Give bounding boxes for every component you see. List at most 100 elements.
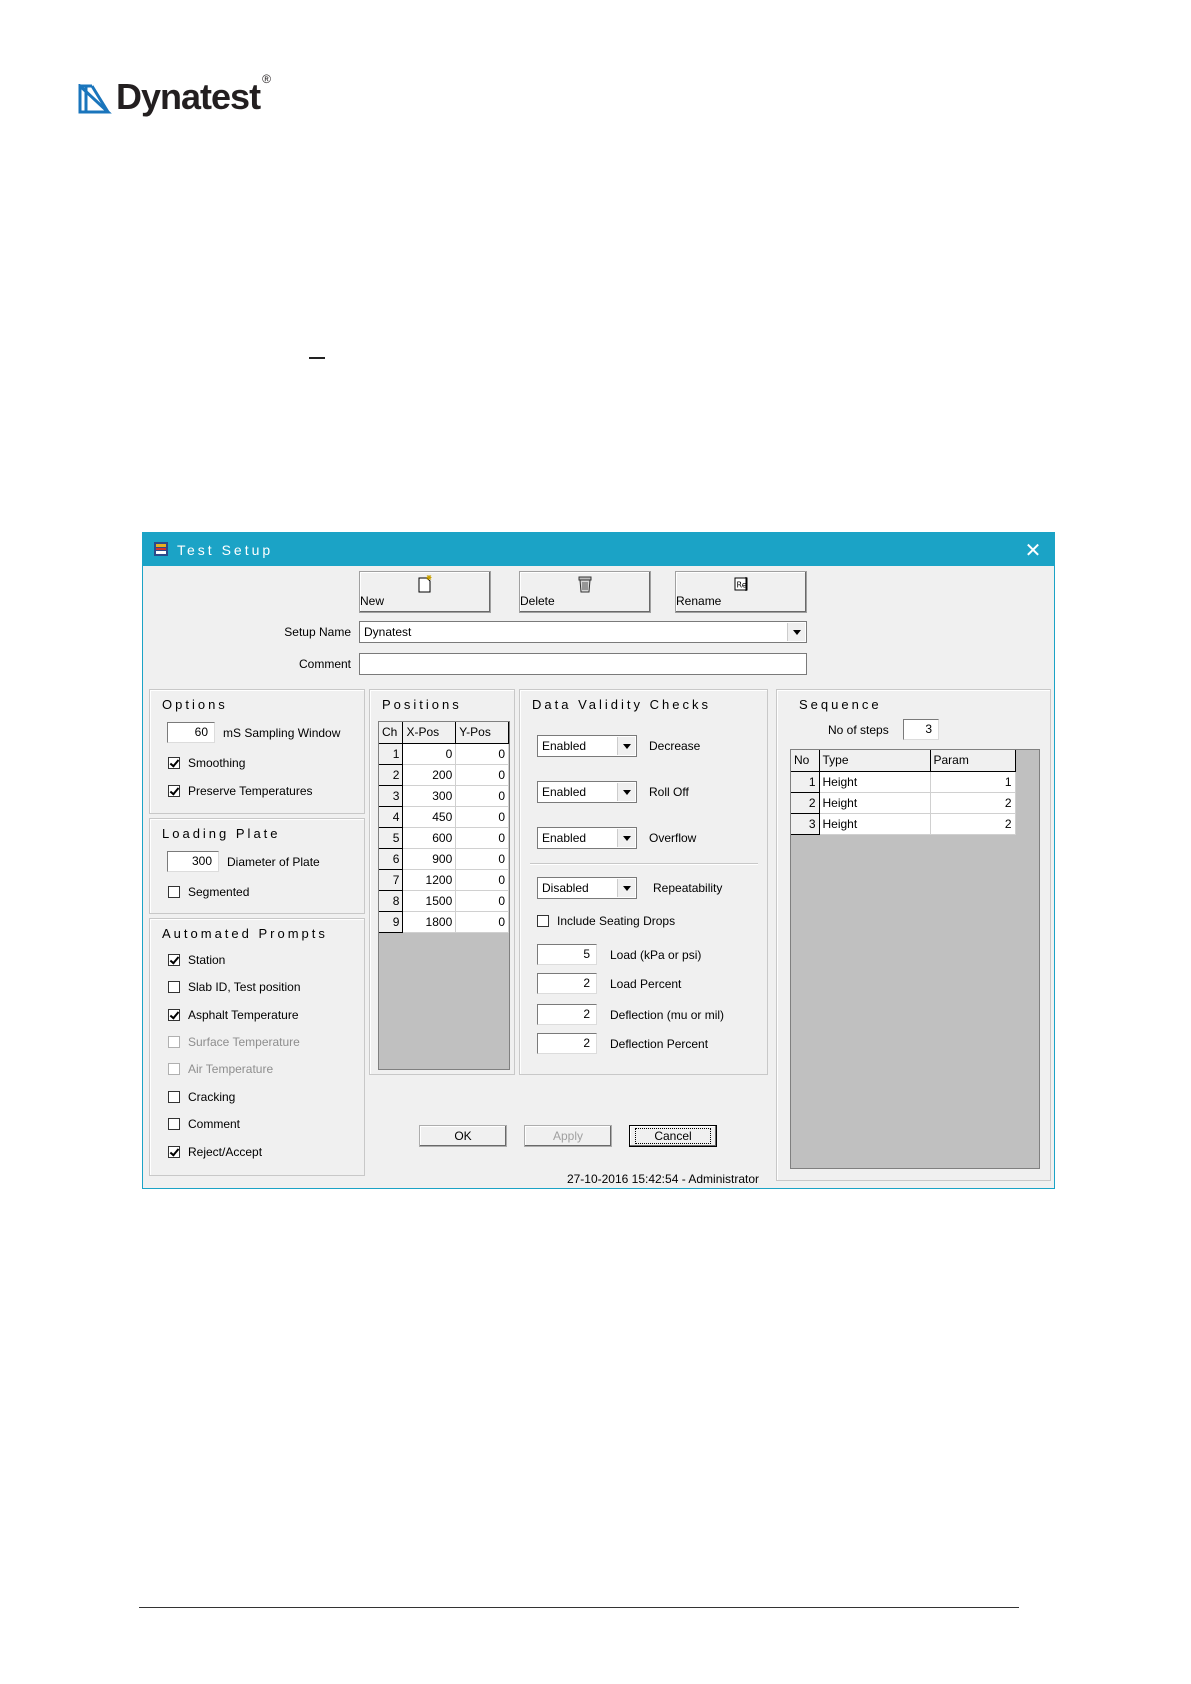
y-pos-cell[interactable]: 0: [455, 848, 509, 870]
table-row[interactable]: 1 Height 1: [791, 771, 1016, 793]
x-pos-cell[interactable]: 600: [402, 827, 457, 849]
sequence-grid[interactable]: No Type Param 1 Height 1 2 Height 2 3 Height 2: [790, 749, 1040, 1169]
table-row[interactable]: 7 1200 0: [379, 869, 509, 891]
column-header-x-pos: X-Pos: [402, 722, 457, 744]
chevron-down-icon[interactable]: [787, 623, 805, 641]
x-pos-cell[interactable]: 1200: [402, 869, 457, 891]
include-seating-drops-checkbox[interactable]: Include Seating Drops: [537, 914, 675, 928]
repeatability-dropdown[interactable]: Disabled: [537, 877, 637, 899]
row-header: 3: [791, 813, 820, 835]
smoothing-checkbox[interactable]: Smoothing: [168, 756, 245, 770]
close-button[interactable]: ✕: [1022, 538, 1044, 563]
table-row[interactable]: 5 600 0: [379, 827, 509, 849]
deflection-input[interactable]: 2: [537, 1004, 597, 1025]
rename-icon: Re: [734, 577, 748, 591]
no-of-steps-input[interactable]: 3: [903, 719, 939, 740]
logo-registered-mark: ®: [262, 72, 271, 86]
column-header-ch: Ch: [379, 722, 404, 744]
row-header: 8: [379, 890, 404, 912]
x-pos-cell[interactable]: 0: [402, 743, 457, 765]
plate-diameter-input[interactable]: 300: [167, 851, 219, 872]
prompt-reject-accept-checkbox[interactable]: Reject/Accept: [168, 1145, 262, 1159]
chevron-down-icon[interactable]: [617, 783, 635, 801]
preserve-temperatures-checkbox[interactable]: Preserve Temperatures: [168, 784, 313, 798]
y-pos-cell[interactable]: 0: [455, 785, 509, 807]
x-pos-cell[interactable]: 450: [402, 806, 457, 828]
load-input[interactable]: 5: [537, 944, 597, 965]
table-row[interactable]: 6 900 0: [379, 848, 509, 870]
sequence-header-row: No Type Param: [791, 750, 1016, 772]
column-header-no: No: [791, 750, 820, 772]
y-pos-cell[interactable]: 0: [455, 827, 509, 849]
x-pos-cell[interactable]: 1500: [402, 890, 457, 912]
prompt-slab-id-checkbox[interactable]: Slab ID, Test position: [168, 980, 301, 994]
chevron-down-icon[interactable]: [617, 737, 635, 755]
decorative-dash: [309, 357, 325, 359]
sampling-window-input[interactable]: 60: [167, 722, 215, 743]
y-pos-cell[interactable]: 0: [455, 764, 509, 786]
setup-name-dropdown[interactable]: Dynatest: [359, 621, 807, 643]
overflow-dropdown[interactable]: Enabled: [537, 827, 637, 849]
include-seating-drops-label: Include Seating Drops: [557, 914, 676, 928]
table-row[interactable]: 2 Height 2: [791, 792, 1016, 814]
positions-group: Positions Ch X-Pos Y-Pos 100 2 200 0 3 300 0…: [369, 689, 515, 1075]
status-text: 27-10-2016 15:42:54 - Administrator: [566, 1172, 760, 1186]
chevron-down-icon[interactable]: [617, 829, 635, 847]
prompt-comment-checkbox[interactable]: Comment: [168, 1117, 240, 1131]
dynatest-logo-icon: [78, 84, 112, 114]
checkbox-box-icon: [168, 1118, 180, 1130]
repeatability-label: Repeatability: [653, 881, 723, 895]
deflection-percent-label: Deflection Percent: [610, 1037, 709, 1051]
decrease-label: Decrease: [649, 739, 701, 753]
type-cell[interactable]: Height: [819, 813, 931, 835]
param-cell[interactable]: 2: [930, 792, 1016, 814]
roll-off-dropdown[interactable]: Enabled: [537, 781, 637, 803]
type-cell[interactable]: Height: [819, 771, 931, 793]
checkbox-box-icon: [168, 1036, 180, 1048]
x-pos-cell[interactable]: 300: [402, 785, 457, 807]
table-row[interactable]: 8 1500 0: [379, 890, 509, 912]
row-header: 2: [379, 764, 404, 786]
prompt-cracking-checkbox[interactable]: Cracking: [168, 1090, 235, 1104]
cancel-button[interactable]: Cancel: [629, 1125, 717, 1147]
table-row[interactable]: 3 Height 2: [791, 813, 1016, 835]
table-row[interactable]: 100: [379, 743, 509, 765]
y-pos-cell[interactable]: 0: [455, 869, 509, 891]
table-row[interactable]: 3 300 0: [379, 785, 509, 807]
segmented-checkbox[interactable]: Segmented: [168, 885, 249, 899]
title-bar[interactable]: Test Setup ✕: [143, 533, 1054, 566]
table-row[interactable]: 4 450 0: [379, 806, 509, 828]
deflection-label: Deflection (mu or mil): [610, 1008, 725, 1022]
y-pos-cell[interactable]: 0: [455, 890, 509, 912]
y-pos-cell[interactable]: 0: [455, 806, 509, 828]
comment-input[interactable]: [359, 653, 807, 675]
ok-button[interactable]: OK: [419, 1125, 507, 1147]
rename-button[interactable]: Re Rename: [675, 571, 807, 613]
y-pos-cell[interactable]: 0: [455, 743, 509, 765]
new-button[interactable]: New: [359, 571, 491, 613]
load-percent-input[interactable]: 2: [537, 973, 597, 994]
rename-button-label: Rename: [676, 594, 722, 608]
prompt-asphalt-temperature-checkbox[interactable]: Asphalt Temperature: [168, 1008, 299, 1022]
x-pos-cell[interactable]: 1800: [402, 911, 457, 933]
positions-grid[interactable]: Ch X-Pos Y-Pos 100 2 200 0 3 300 0 4 450 0 5 60…: [378, 721, 510, 1070]
chevron-down-icon[interactable]: [617, 879, 635, 897]
setup-name-value: Dynatest: [364, 625, 412, 639]
y-pos-cell[interactable]: 0: [455, 911, 509, 933]
x-pos-cell[interactable]: 900: [402, 848, 457, 870]
options-group: Options 60 mS Sampling Window Smoothing …: [149, 689, 365, 814]
loading-plate-group: Loading Plate 300 Diameter of Plate Segm…: [149, 818, 365, 914]
deflection-percent-input[interactable]: 2: [537, 1033, 597, 1054]
param-cell[interactable]: 1: [930, 771, 1016, 793]
overflow-label: Overflow: [649, 831, 697, 845]
delete-button[interactable]: Delete: [519, 571, 651, 613]
segmented-label: Segmented: [188, 885, 250, 899]
prompt-station-checkbox[interactable]: Station: [168, 953, 225, 967]
type-cell[interactable]: Height: [819, 792, 931, 814]
table-row[interactable]: 9 1800 0: [379, 911, 509, 933]
decrease-dropdown[interactable]: Enabled: [537, 735, 637, 757]
x-pos-cell[interactable]: 200: [402, 764, 457, 786]
column-header-type: Type: [819, 750, 931, 772]
param-cell[interactable]: 2: [930, 813, 1016, 835]
table-row[interactable]: 2 200 0: [379, 764, 509, 786]
